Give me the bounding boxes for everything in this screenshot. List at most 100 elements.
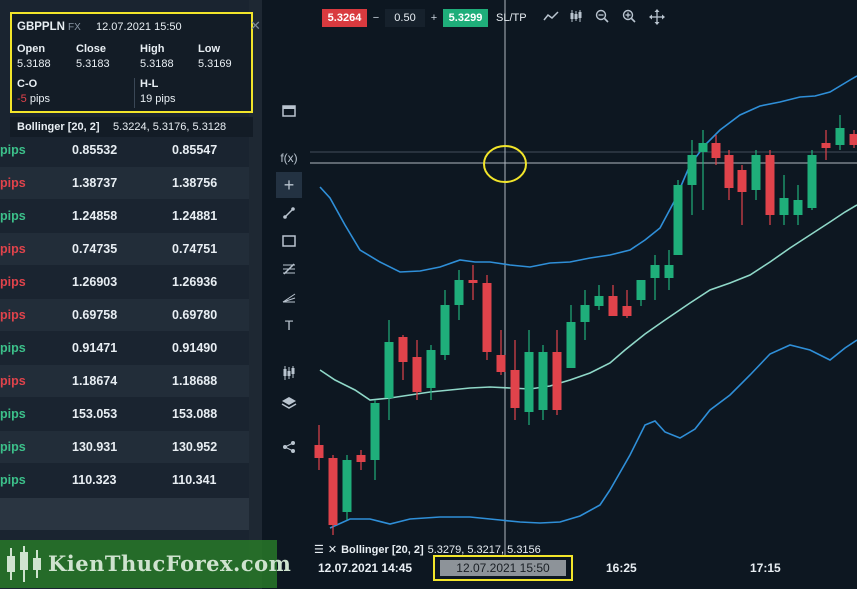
- ask-price[interactable]: 0.69780: [172, 308, 217, 322]
- ask-price[interactable]: 1.24881: [172, 209, 217, 223]
- hl-label: H-L: [140, 78, 159, 90]
- bid-price[interactable]: 0.74735: [72, 242, 117, 256]
- candles-icon[interactable]: [565, 9, 587, 27]
- share-icon[interactable]: [276, 434, 302, 460]
- candle-body: [356, 455, 366, 462]
- ask-price[interactable]: 1.18688: [172, 374, 217, 388]
- remove-indicator-icon[interactable]: ✕: [328, 544, 337, 556]
- candle-body: [538, 352, 548, 410]
- low-label: Low: [198, 43, 220, 55]
- layers-icon[interactable]: [276, 390, 302, 416]
- ask-price[interactable]: 0.74751: [172, 242, 217, 256]
- close-icon[interactable]: ✕: [250, 18, 261, 34]
- quote-row[interactable]: pips 0.85532 0.85547: [0, 134, 249, 166]
- quote-row[interactable]: pips 153.053 153.088: [0, 398, 249, 430]
- sltp-button[interactable]: SL/TP: [496, 9, 527, 27]
- candle-body: [398, 337, 408, 362]
- candle-body: [622, 306, 632, 316]
- candle-datetime: 12.07.2021 15:50: [96, 21, 182, 33]
- bid-price[interactable]: 1.18674: [72, 374, 117, 388]
- sell-price-button[interactable]: 5.3264: [322, 9, 367, 27]
- bollinger-legend-label: Bollinger [20, 2]: [341, 544, 424, 556]
- bid-price[interactable]: 1.24858: [72, 209, 117, 223]
- ask-price[interactable]: 110.341: [172, 473, 217, 487]
- quantity-input[interactable]: 0.50: [385, 9, 425, 27]
- bid-price[interactable]: 0.69758: [72, 308, 117, 322]
- candle-body: [524, 352, 534, 412]
- bollinger-lower-band: [329, 339, 857, 529]
- candle-body: [328, 458, 338, 525]
- function-icon[interactable]: f(x): [276, 145, 302, 171]
- pips-value: pips: [0, 143, 26, 157]
- candle-body: [698, 143, 708, 152]
- instrument-info-box: GBPPLN FX 12.07.2021 15:50 Open 5.3188 C…: [10, 12, 253, 113]
- crosshair-time-text: 12.07.2021 15:50: [440, 560, 566, 576]
- pitchfork-icon[interactable]: [276, 284, 302, 310]
- pips-value: pips: [0, 275, 26, 289]
- indicator-icon[interactable]: [276, 360, 302, 386]
- bid-price[interactable]: 1.26903: [72, 275, 117, 289]
- candle-body: [496, 355, 506, 372]
- candlestick-series: [314, 115, 857, 535]
- bid-price[interactable]: 0.85532: [72, 143, 117, 157]
- ask-price[interactable]: 130.952: [172, 440, 217, 454]
- quantity-increase-button[interactable]: +: [427, 9, 441, 27]
- candle-body: [370, 403, 380, 460]
- pips-value: pips: [0, 176, 26, 190]
- co-value: -5 pips: [17, 93, 50, 105]
- bid-price[interactable]: 1.38737: [72, 176, 117, 190]
- candle-body: [724, 155, 734, 188]
- candle-body: [650, 265, 660, 278]
- text-icon[interactable]: T: [276, 312, 302, 338]
- trendline-icon[interactable]: [276, 200, 302, 226]
- quote-row[interactable]: pips 1.38737 1.38756: [0, 167, 249, 199]
- candle-body: [793, 200, 803, 215]
- bid-price[interactable]: 153.053: [72, 407, 117, 421]
- pips-value: pips: [0, 308, 26, 322]
- quote-row[interactable]: pips 1.18674 1.18688: [0, 365, 249, 397]
- candle-body: [608, 296, 618, 316]
- price-chart[interactable]: [310, 0, 857, 589]
- ask-price[interactable]: 0.91490: [172, 341, 217, 355]
- fibonacci-icon[interactable]: [276, 256, 302, 282]
- quote-row[interactable]: pips 1.24858 1.24881: [0, 200, 249, 232]
- pips-value: pips: [0, 440, 26, 454]
- quantity-decrease-button[interactable]: −: [369, 9, 383, 27]
- crosshair-icon[interactable]: +: [276, 172, 302, 198]
- candle-body: [566, 322, 576, 368]
- quote-row[interactable]: pips 0.74735 0.74751: [0, 233, 249, 265]
- quote-row[interactable]: pips 1.26903 1.26936: [0, 266, 249, 298]
- candle-body: [384, 342, 394, 398]
- zoom-in-icon[interactable]: [618, 9, 640, 27]
- instrument-type: FX: [68, 22, 81, 33]
- bollinger-middle-band: [319, 204, 857, 401]
- logo-icon: [7, 546, 41, 582]
- open-label: Open: [17, 43, 46, 55]
- zoom-out-icon[interactable]: [591, 9, 613, 27]
- bid-price[interactable]: 0.91471: [72, 341, 117, 355]
- candle-body: [580, 305, 590, 322]
- chart-canvas[interactable]: [310, 0, 857, 589]
- candle-body: [849, 134, 857, 145]
- quote-row[interactable]: pips 130.931 130.952: [0, 431, 249, 463]
- ask-price[interactable]: 1.38756: [172, 176, 217, 190]
- ask-price[interactable]: 153.088: [172, 407, 217, 421]
- quote-row[interactable]: pips 110.323 110.341: [0, 464, 249, 496]
- close-value: 5.3183: [76, 58, 110, 70]
- ask-price[interactable]: 0.85547: [172, 143, 217, 157]
- buy-price-button[interactable]: 5.3299: [443, 9, 488, 27]
- line-chart-icon[interactable]: [540, 9, 562, 27]
- rectangle-icon[interactable]: [276, 228, 302, 254]
- candle-body: [342, 460, 352, 512]
- menu-icon[interactable]: ☰: [314, 544, 324, 556]
- quote-row[interactable]: pips 0.69758 0.69780: [0, 299, 249, 331]
- move-icon[interactable]: [646, 9, 668, 27]
- bid-price[interactable]: 110.323: [72, 473, 117, 487]
- candle-body: [751, 155, 761, 190]
- bid-price[interactable]: 130.931: [72, 440, 117, 454]
- pips-value: pips: [0, 209, 26, 223]
- window-icon[interactable]: [276, 98, 302, 124]
- quote-row[interactable]: pips 0.91471 0.91490: [0, 332, 249, 364]
- ask-price[interactable]: 1.26936: [172, 275, 217, 289]
- pips-value: pips: [0, 374, 26, 388]
